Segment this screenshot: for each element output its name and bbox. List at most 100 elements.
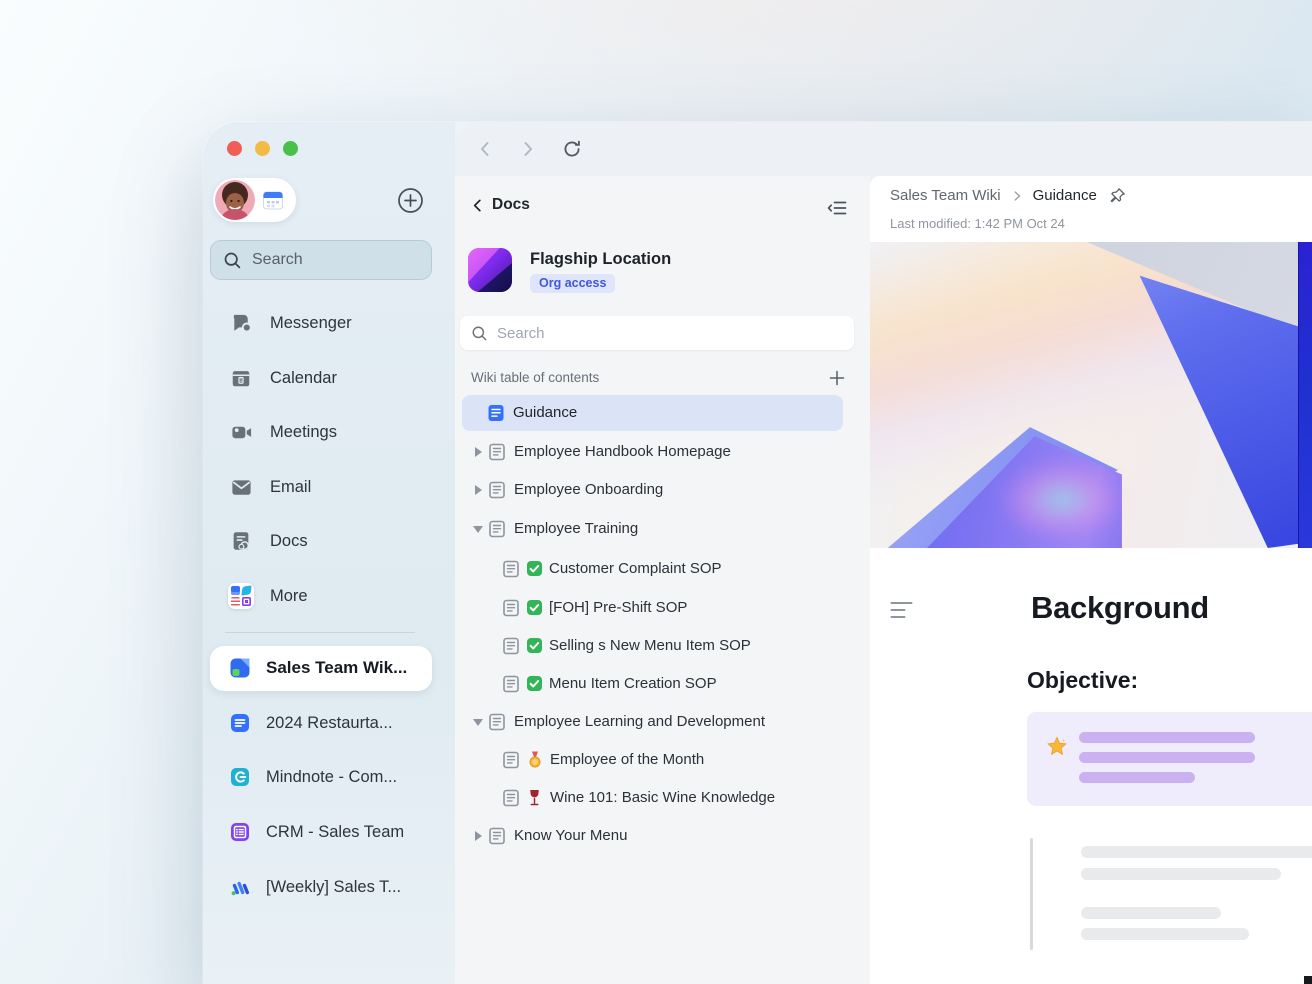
sidebar-pin-sales-team-wiki[interactable]: Sales Team Wik...: [210, 650, 432, 686]
docs-back-label: Docs: [492, 196, 530, 214]
doc-outline-icon: [502, 599, 520, 617]
expand-caret-icon[interactable]: [475, 447, 482, 457]
forward-button[interactable]: [519, 140, 537, 158]
sidebar-item-docs[interactable]: Docs: [210, 524, 432, 558]
toc-item-employee-training[interactable]: Employee Training: [462, 511, 843, 547]
sidebar-item-meetings[interactable]: Meetings: [210, 415, 432, 449]
toc-item-wine-101[interactable]: Wine 101: Basic Wine Knowledge: [462, 780, 843, 816]
navigation-chrome: [455, 122, 1312, 176]
wiki-search-input[interactable]: [497, 325, 797, 342]
sidebar-item-label: Email: [270, 478, 311, 497]
collapse-caret-icon[interactable]: [473, 719, 483, 726]
expand-caret-icon[interactable]: [475, 831, 482, 841]
sidebar-search[interactable]: [210, 240, 432, 280]
doc-heading: Background: [1031, 590, 1209, 626]
doc-outline-toggle-icon[interactable]: [890, 600, 914, 620]
sidebar-item-label: Calendar: [270, 369, 337, 388]
toc-item-label: Selling s New Menu Item SOP: [549, 637, 751, 654]
avatar[interactable]: [215, 180, 255, 220]
hero-image: [870, 242, 1312, 548]
doc-outline-icon: [488, 713, 506, 731]
placeholder-bar: [1081, 868, 1281, 880]
toc-item-know-your-menu[interactable]: Know Your Menu: [462, 818, 843, 854]
collapse-panel-icon[interactable]: [826, 197, 848, 219]
expand-caret-icon[interactable]: [475, 485, 482, 495]
docs-back-nav[interactable]: Docs: [470, 196, 530, 214]
toc-item-employee-of-the-month[interactable]: Employee of the Month: [462, 742, 843, 778]
pin-item-label: [Weekly] Sales T...: [266, 878, 401, 897]
wiki-space-header[interactable]: Flagship Location Org access: [468, 248, 671, 293]
toc-item-employee-onboarding[interactable]: Employee Onboarding: [462, 472, 843, 508]
breadcrumb-current[interactable]: Guidance: [1033, 187, 1097, 204]
sidebar-item-messenger[interactable]: Messenger: [210, 306, 432, 340]
hero-blue-strip: [1298, 242, 1312, 548]
pin-icon[interactable]: [1109, 187, 1126, 204]
toc-item-label: Employee Handbook Homepage: [514, 443, 731, 460]
last-modified: Last modified: 1:42 PM Oct 24: [890, 216, 1065, 231]
toc-item-foh-preshift-sop[interactable]: [FOH] Pre-Shift SOP: [462, 590, 843, 626]
toc-item-selling-new-menu-item-sop[interactable]: Selling s New Menu Item SOP: [462, 628, 843, 664]
add-page-button[interactable]: [827, 368, 847, 388]
toc-item-employee-handbook-homepage[interactable]: Employee Handbook Homepage: [462, 434, 843, 470]
refresh-button[interactable]: [562, 139, 582, 159]
toc-item-guidance[interactable]: Guidance: [462, 395, 843, 431]
sidebar-search-input[interactable]: [252, 251, 402, 269]
quote-block-border: [1030, 838, 1033, 950]
placeholder-bar: [1081, 907, 1221, 919]
window-controls: [227, 141, 298, 156]
wiki-search[interactable]: [460, 316, 854, 350]
minimize-window-button[interactable]: [255, 141, 270, 156]
profile-pill[interactable]: [213, 178, 296, 222]
doc-outline-icon: [488, 827, 506, 845]
search-icon: [471, 325, 488, 342]
document-icon: [229, 529, 253, 553]
placeholder-bar: [1079, 752, 1255, 763]
medal-emoji: [527, 751, 545, 769]
check-mark-emoji: [526, 560, 544, 578]
chevron-left-icon: [470, 198, 485, 213]
scrollbar-corner: [1304, 976, 1312, 984]
toc-item-menu-item-creation-sop[interactable]: Menu Item Creation SOP: [462, 666, 843, 702]
desktop-background: Messenger 1 Calendar: [0, 0, 1312, 984]
sidebar-item-email[interactable]: Email: [210, 470, 432, 504]
sidebar-item-label: Messenger: [270, 314, 352, 333]
calendar-icon: 1: [229, 366, 253, 390]
toc-item-label: Employee of the Month: [550, 751, 704, 768]
wiki-space-name: Flagship Location: [530, 250, 671, 269]
breadcrumb-parent[interactable]: Sales Team Wiki: [890, 187, 1001, 204]
sidebar-pin-crm-sales-team[interactable]: CRM - Sales Team: [210, 814, 432, 850]
mindnote-icon: [229, 766, 251, 788]
toc-item-label: Employee Onboarding: [514, 481, 663, 498]
maximize-window-button[interactable]: [283, 141, 298, 156]
doc-outline-icon: [488, 481, 506, 499]
sidebar-pin-weekly-sales[interactable]: [Weekly] Sales T...: [210, 869, 432, 905]
sidebar: Messenger 1 Calendar: [203, 122, 455, 984]
hero-prism-glint: [998, 460, 1126, 540]
weekly-report-icon: [229, 876, 251, 898]
toc-item-label: Employee Training: [514, 520, 638, 537]
more-apps-icon: [229, 584, 253, 608]
sidebar-divider: [225, 632, 415, 633]
sidebar-item-calendar[interactable]: 1 Calendar: [210, 361, 432, 395]
document-view: Sales Team Wiki Guidance Last m: [870, 176, 1312, 984]
collapse-caret-icon[interactable]: [473, 526, 483, 533]
toc-item-label: Menu Item Creation SOP: [549, 675, 717, 692]
messenger-icon: [229, 311, 253, 335]
add-new-button[interactable]: [397, 187, 424, 214]
toc-item-customer-complaint-sop[interactable]: Customer Complaint SOP: [462, 551, 843, 587]
close-window-button[interactable]: [227, 141, 242, 156]
back-button[interactable]: [476, 140, 494, 158]
toc-item-employee-learning-and-development[interactable]: Employee Learning and Development: [462, 704, 843, 740]
callout-block[interactable]: [1027, 712, 1312, 806]
sidebar-item-more[interactable]: More: [210, 579, 432, 613]
sidebar-pin-mindnote[interactable]: Mindnote - Com...: [210, 759, 432, 795]
toc-title: Wiki table of contents: [471, 370, 599, 385]
doc-file-icon: [229, 712, 251, 734]
panels: Docs Flagship Location Org access: [455, 176, 1312, 984]
check-mark-emoji: [526, 637, 544, 655]
doc-outline-icon: [488, 520, 506, 538]
toc-item-label: Guidance: [513, 404, 577, 421]
placeholder-bar: [1079, 772, 1195, 783]
sidebar-pin-2024-restaurant[interactable]: 2024 Restaurta...: [210, 705, 432, 741]
calendar-badge-icon[interactable]: [261, 188, 285, 212]
